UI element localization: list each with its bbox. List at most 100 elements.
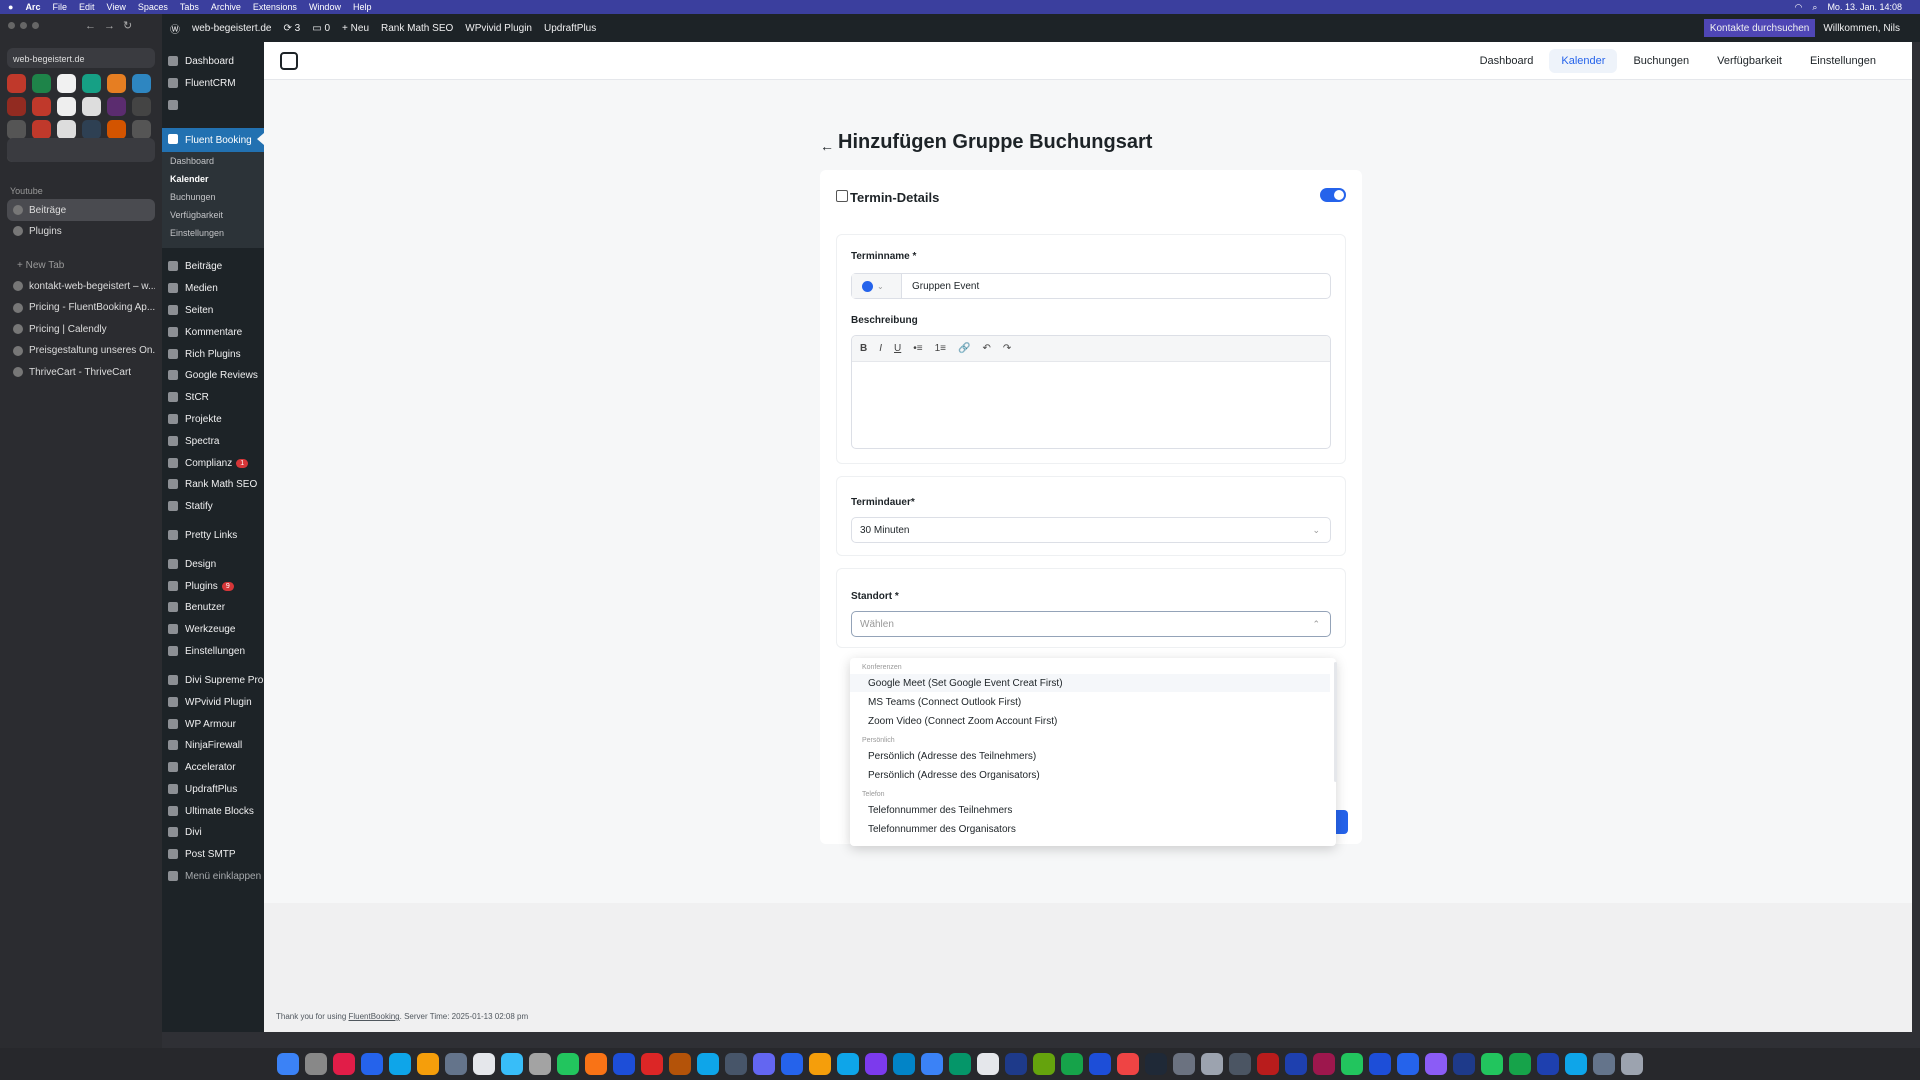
arc-tab[interactable]: ThriveCart - ThriveCart [7,361,155,383]
dock-app-icon[interactable] [333,1053,355,1075]
dock-app-icon[interactable] [1509,1053,1531,1075]
site-name-link[interactable]: web-begeistert.de [192,23,272,34]
wp-menu-item[interactable]: Kommentare [162,321,264,343]
dock-app-icon[interactable] [1565,1053,1587,1075]
favorite-tab-icon[interactable] [7,120,26,139]
dock-app-icon[interactable] [1145,1053,1167,1075]
arc-tab[interactable]: kontakt-web-begeistert – w... [7,275,155,297]
favorite-tab-icon[interactable] [132,74,151,93]
wp-submenu-item[interactable]: Einstellungen [162,224,264,242]
dock-app-icon[interactable] [585,1053,607,1075]
dock-app-icon[interactable] [1341,1053,1363,1075]
dock-app-icon[interactable] [1313,1053,1335,1075]
dock-app-icon[interactable] [669,1053,691,1075]
wp-menu-item[interactable]: Ultimate Blocks [162,800,264,822]
dock-app-icon[interactable] [277,1053,299,1075]
menubar-item[interactable]: Extensions [253,2,297,12]
wp-menu-item[interactable]: Beiträge [162,255,264,277]
wp-submenu-item[interactable]: Dashboard [162,152,264,170]
wp-menu-item[interactable]: StCR [162,386,264,408]
dock-app-icon[interactable] [1201,1053,1223,1075]
favorite-tab-icon[interactable] [107,97,126,116]
new-tab-button[interactable]: + New Tab [7,254,155,276]
comments-link[interactable]: ▭ 0 [312,23,330,34]
save-button[interactable] [1334,810,1348,834]
wp-menu-item[interactable]: Dashboard [162,50,264,72]
wp-menu-item[interactable]: Divi Supreme Pro [162,669,264,691]
favorite-tab-icon[interactable] [107,74,126,93]
dock-app-icon[interactable] [1593,1053,1615,1075]
dock-app-icon[interactable] [1005,1053,1027,1075]
wp-menu-fluent-booking[interactable]: Fluent Booking [162,128,264,152]
dock-app-icon[interactable] [1229,1053,1251,1075]
terminname-input[interactable]: Gruppen Event [902,281,979,292]
favorite-tab-icon[interactable] [57,97,76,116]
wp-menu-item[interactable]: NinjaFirewall [162,734,264,756]
favorite-tab-icon[interactable] [57,74,76,93]
topnav-link-kalender[interactable]: Kalender [1549,49,1618,73]
welcome-user-link[interactable]: Willkommen, Nils [1823,23,1900,34]
dock-app-icon[interactable] [1425,1053,1447,1075]
italic-icon[interactable]: I [879,343,882,354]
termindauer-select[interactable]: 30 Minuten ⌄ [851,517,1331,543]
favorite-tab-icon[interactable] [7,74,26,93]
menubar-item[interactable]: File [52,2,67,12]
updates-link[interactable]: ⟳ 3 [284,23,301,34]
menubar-item[interactable]: Help [353,2,372,12]
back-arrow-icon[interactable]: ← [820,138,834,154]
bold-icon[interactable]: B [860,343,867,354]
dock-app-icon[interactable] [949,1053,971,1075]
minimize-window-icon[interactable] [20,22,27,29]
dock-app-icon[interactable] [1481,1053,1503,1075]
link-icon[interactable]: 🔗 [958,343,970,354]
apple-icon[interactable]: ● [8,2,13,12]
dock-app-icon[interactable] [1537,1053,1559,1075]
favorite-tab-icon[interactable] [132,97,151,116]
dock-app-icon[interactable] [809,1053,831,1075]
standort-option[interactable]: Google Meet (Set Google Event Creat Firs… [850,674,1330,692]
kontakte-durchsuchen-button[interactable]: Kontakte durchsuchen [1703,19,1816,37]
favorite-tab-icon[interactable] [82,74,101,93]
wp-menu-item[interactable]: Pretty Links [162,524,264,546]
arc-pinned-beitraege[interactable]: Beiträge [7,199,155,221]
topnav-link-dashboard[interactable]: Dashboard [1468,49,1546,73]
favorite-tab-icon[interactable] [7,97,26,116]
dock-app-icon[interactable] [529,1053,551,1075]
redo-icon[interactable]: ↷ [1003,343,1011,354]
favorite-tab-icon[interactable] [32,97,51,116]
underline-icon[interactable]: U [894,343,901,354]
menubar-item[interactable]: Window [309,2,341,12]
arc-pinned-plugins[interactable]: Plugins [7,220,155,242]
topnav-link-einstellungen[interactable]: Einstellungen [1798,49,1888,73]
menubar-item[interactable]: Arc [25,2,40,12]
pinned-folder[interactable] [7,138,155,162]
wp-menu-item[interactable]: FluentCRM [162,72,264,94]
wp-menu-item[interactable]: Divi [162,821,264,843]
wp-menu-item[interactable]: Spectra [162,430,264,452]
favorite-tab-icon[interactable] [32,74,51,93]
dock-app-icon[interactable] [445,1053,467,1075]
wp-menu-item[interactable]: Benutzer [162,596,264,618]
dock-app-icon[interactable] [1621,1053,1643,1075]
wp-menu-item[interactable]: Rank Math SEO [162,473,264,495]
dock-app-icon[interactable] [893,1053,915,1075]
dock-app-icon[interactable] [473,1053,495,1075]
favorite-tab-icon[interactable] [82,97,101,116]
standort-option[interactable]: Persönlich (Adresse des Organisators) [850,766,1330,784]
wordpress-logo-icon[interactable]: Ⓦ [170,21,180,36]
description-textarea[interactable] [852,362,1330,448]
color-picker[interactable]: ⌄ [852,274,902,298]
wp-menu-item[interactable]: Seiten [162,299,264,321]
fluentbooking-link[interactable]: FluentBooking [348,1012,399,1021]
dock-app-icon[interactable] [1397,1053,1419,1075]
updraftplus-link[interactable]: UpdraftPlus [544,23,596,34]
dock-app-icon[interactable] [697,1053,719,1075]
rankmath-link[interactable]: Rank Math SEO [381,23,453,34]
favorite-tab-icon[interactable] [107,120,126,139]
wp-menu-item[interactable]: WP Armour [162,713,264,735]
dock-app-icon[interactable] [1061,1053,1083,1075]
wp-menu-item[interactable]: Design [162,553,264,575]
close-window-icon[interactable] [8,22,15,29]
wp-menu-item[interactable]: Accelerator [162,756,264,778]
standort-option[interactable]: Persönlich (Adresse des Teilnehmers) [850,747,1330,765]
